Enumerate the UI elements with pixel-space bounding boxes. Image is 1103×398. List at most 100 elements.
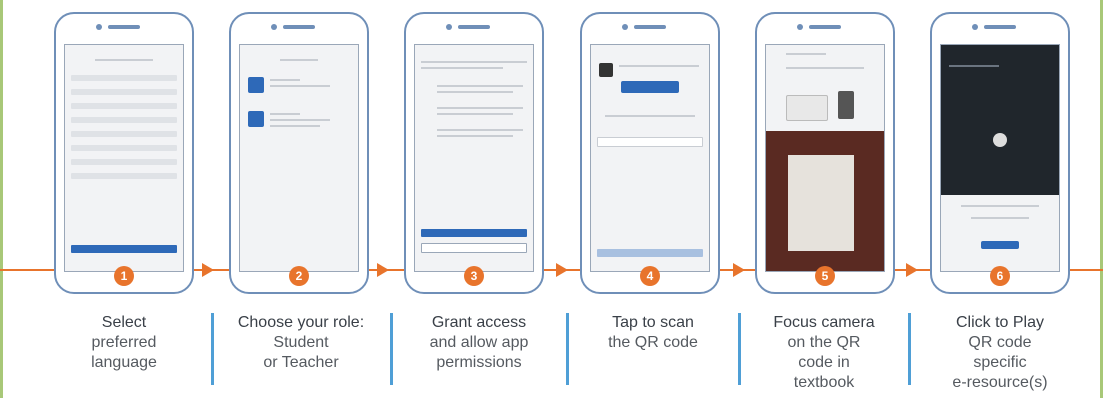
screen-permissions: [414, 44, 534, 272]
permission-row: [437, 129, 523, 131]
screen-heading: [421, 67, 503, 69]
screen-scan-qr: [590, 44, 710, 272]
phone-step-6: 6: [930, 12, 1070, 294]
phone-illustration: [838, 91, 854, 119]
speaker-icon: [809, 25, 841, 29]
screen-role-select: [239, 44, 359, 272]
caption-step-4: Tap to scan the QR code: [572, 313, 734, 353]
caption-line: and allow app: [429, 334, 529, 351]
caption-step-1: Select preferred language: [54, 313, 194, 373]
option-row: [71, 145, 177, 151]
screen-language-select: [64, 44, 184, 272]
flow-arrow-icon: [202, 263, 214, 277]
play-icon: [993, 133, 1007, 147]
phone-step-1: 1: [54, 12, 194, 294]
flow-arrow-icon: [906, 263, 918, 277]
phone-step-5: 5: [755, 12, 895, 294]
screen-heading: [95, 59, 153, 61]
continue-button: [597, 249, 703, 257]
camera-icon: [96, 24, 102, 30]
board-select: [597, 137, 703, 147]
step-separator: [566, 313, 569, 385]
continue-button: [71, 245, 177, 253]
teacher-icon: [248, 111, 264, 127]
camera-icon: [972, 24, 978, 30]
screen-camera: [765, 44, 885, 272]
step-badge: 3: [464, 266, 484, 286]
option-row: [71, 103, 177, 109]
permission-row: [437, 135, 513, 137]
caption-line: specific: [973, 354, 1027, 371]
step-badge: 2: [289, 266, 309, 286]
option-row: [71, 173, 177, 179]
caption-line: Grant access: [431, 314, 527, 331]
textbook-illustration: [786, 95, 828, 121]
speaker-icon: [458, 25, 490, 29]
student-icon: [248, 77, 264, 93]
camera-icon: [797, 24, 803, 30]
caption-line: code in: [798, 354, 850, 371]
step-separator: [211, 313, 214, 385]
speaker-icon: [984, 25, 1016, 29]
screen-heading: [421, 61, 527, 63]
permission-row: [437, 113, 513, 115]
caption-line: Student: [273, 334, 329, 351]
step-separator: [738, 313, 741, 385]
deny-button: [421, 243, 527, 253]
step-badge: 4: [640, 266, 660, 286]
caption-line: Click to Play: [955, 314, 1045, 331]
phone-step-2: 2: [229, 12, 369, 294]
textbook-page: [788, 155, 854, 251]
step-separator: [908, 313, 911, 385]
caption-line: Select: [101, 314, 147, 331]
permission-row: [437, 107, 523, 109]
scan-text: [619, 65, 699, 67]
option-row: [71, 75, 177, 81]
permission-row: [437, 91, 513, 93]
step-badge: 5: [815, 266, 835, 286]
step-badge: 1: [114, 266, 134, 286]
caption-line: language: [91, 354, 157, 371]
screen-subheading: [786, 67, 864, 69]
speaker-icon: [283, 25, 315, 29]
camera-icon: [271, 24, 277, 30]
student-label: [270, 79, 300, 81]
caption-line: on the QR: [787, 334, 861, 351]
caption-line: Focus camera: [773, 314, 875, 331]
step-separator: [390, 313, 393, 385]
caption-line: permissions: [436, 354, 522, 371]
teacher-label: [270, 113, 300, 115]
screen-play-resource: [940, 44, 1060, 272]
student-desc: [270, 85, 330, 87]
caption-line: Tap to scan: [612, 314, 694, 331]
caption-step-2: Choose your role: Student or Teacher: [215, 313, 387, 373]
phone-step-4: 4: [580, 12, 720, 294]
caption-line: or Teacher: [263, 354, 339, 371]
caption-step-3: Grant access and allow app permissions: [396, 313, 562, 373]
open-button: [981, 241, 1019, 249]
speaker-icon: [108, 25, 140, 29]
screen-heading: [786, 53, 826, 55]
teacher-desc: [270, 125, 320, 127]
step-badge: 6: [990, 266, 1010, 286]
permission-row: [437, 85, 523, 87]
screen-heading: [280, 59, 318, 61]
option-row: [71, 131, 177, 137]
allow-button: [421, 229, 527, 237]
scan-hint: [605, 115, 695, 117]
caption-step-6: Click to Play QR code specific e-resourc…: [914, 313, 1086, 393]
sheet-text: [971, 217, 1029, 219]
caption-line: Choose your role:: [237, 314, 365, 331]
flow-arrow-icon: [733, 263, 745, 277]
caption-line: preferred: [91, 334, 157, 351]
resource-title: [949, 65, 999, 67]
option-row: [71, 159, 177, 165]
flow-arrow-icon: [377, 263, 389, 277]
caption-line: textbook: [793, 374, 855, 391]
qr-icon: [599, 63, 613, 77]
speaker-icon: [634, 25, 666, 29]
caption-line: e-resource(s): [952, 374, 1048, 391]
teacher-desc: [270, 119, 330, 121]
caption-line: the QR code: [608, 334, 698, 351]
sheet-text: [961, 205, 1039, 207]
